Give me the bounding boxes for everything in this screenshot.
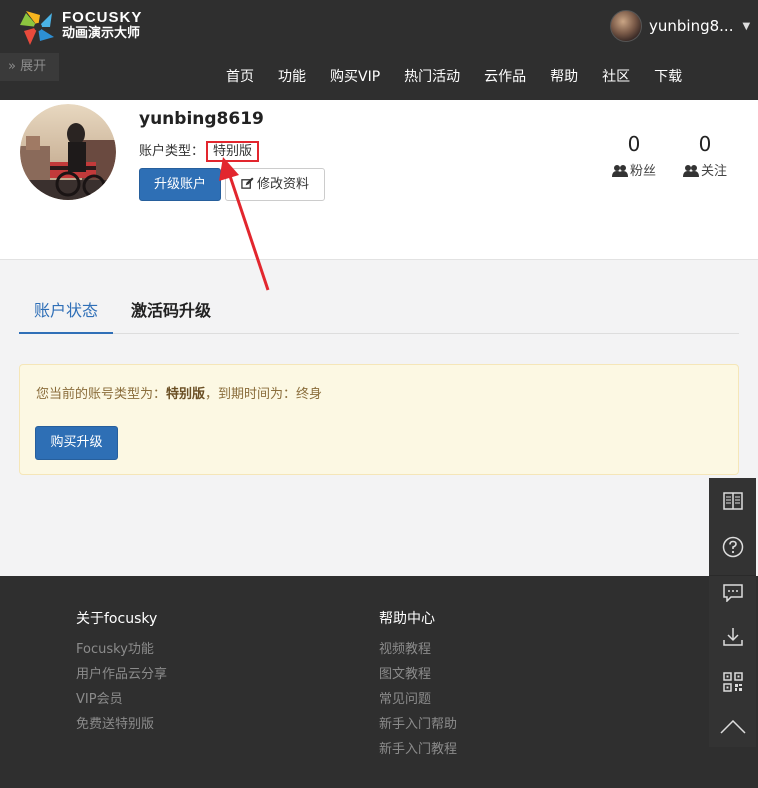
account-type: 账户类型： 特别版 [139, 140, 260, 162]
profile-avatar[interactable] [20, 104, 116, 200]
account-type-value: 特别版 [206, 141, 260, 162]
main-nav: 首页 功能 购买VIP 热门活动 云作品 帮助 社区 下载 [214, 62, 694, 92]
scroll-top-icon [719, 719, 746, 734]
status-message: 您当前的账号类型为：特别版，到期时间为：终身 [36, 383, 322, 402]
footer-link[interactable]: 新手入门教程 [379, 737, 457, 762]
profile-username: yunbing8619 [139, 109, 264, 129]
nav-events[interactable]: 热门活动 [392, 62, 472, 92]
nav-features[interactable]: 功能 [266, 62, 318, 92]
status-suffix: ，到期时间为：终身 [205, 387, 323, 402]
footer-help-title: 帮助中心 [379, 611, 435, 627]
users-icon [611, 165, 628, 177]
user-menu[interactable]: yunbing8... ▼ [610, 9, 750, 43]
footer-link[interactable]: 免费送特别版 [76, 712, 167, 737]
caret-down-icon: ▼ [742, 20, 751, 32]
book-button[interactable] [709, 478, 756, 523]
footer-link[interactable]: 用户作品云分享 [76, 662, 167, 687]
follow-label-row: 关注 [675, 160, 735, 179]
top-header: FOCUSKY 动画演示大师 yunbing8... ▼ » 展开 首页 功能 … [0, 0, 758, 100]
footer-link[interactable]: 新手入门帮助 [379, 712, 457, 737]
edit-profile-button[interactable]: 修改资料 [225, 168, 325, 201]
buy-upgrade-button[interactable]: 购买升级 [35, 426, 118, 460]
footer-link[interactable]: VIP会员 [76, 687, 167, 712]
chat-icon [722, 583, 743, 602]
nav-help[interactable]: 帮助 [538, 62, 590, 92]
nav-cloud-works[interactable]: 云作品 [472, 62, 538, 92]
nav-download[interactable]: 下载 [642, 62, 694, 92]
header-username: yunbing8... [649, 17, 734, 35]
download-button[interactable] [709, 614, 756, 659]
follow-stat[interactable]: 0 关注 [675, 132, 735, 179]
tab-activation-upgrade[interactable]: 激活码升级 [131, 291, 211, 334]
fans-stat[interactable]: 0 粉丝 [604, 132, 664, 179]
upgrade-account-button[interactable]: 升级账户 [139, 168, 221, 201]
follow-count: 0 [698, 132, 712, 156]
site-footer: 关于focusky Focusky功能 用户作品云分享 VIP会员 免费送特别版… [0, 576, 758, 788]
edit-profile-label: 修改资料 [256, 177, 309, 192]
footer-link[interactable]: 视频教程 [379, 637, 457, 662]
account-type-label: 账户类型： [139, 144, 205, 159]
book-icon [722, 491, 743, 510]
footer-help-column: 帮助中心 视频教程 图文教程 常见问题 新手入门帮助 新手入门教程 [379, 608, 457, 762]
qr-code-icon [722, 671, 743, 692]
qr-code-button[interactable] [709, 659, 756, 704]
chat-button[interactable] [709, 570, 756, 615]
follow-label: 关注 [700, 164, 727, 179]
nav-home[interactable]: 首页 [214, 62, 266, 92]
profile-card: yunbing8619 账户类型： 特别版 升级账户 修改资料 0 粉丝 0 关注 [0, 100, 758, 260]
expand-button[interactable]: » 展开 [0, 53, 59, 81]
download-icon [722, 627, 743, 646]
footer-link[interactable]: 常见问题 [379, 687, 457, 712]
footer-link[interactable]: 图文教程 [379, 662, 457, 687]
brand-name: FOCUSKY [62, 9, 143, 26]
brand-text: FOCUSKY 动画演示大师 [62, 10, 142, 42]
brand-tagline: 动画演示大师 [62, 26, 141, 41]
account-tabs: 账户状态 激活码升级 [19, 291, 739, 334]
status-prefix: 您当前的账号类型为： [36, 387, 167, 402]
fans-count: 0 [627, 132, 641, 156]
fans-label-row: 粉丝 [604, 160, 664, 179]
tab-account-status[interactable]: 账户状态 [19, 291, 113, 334]
users-icon [682, 165, 699, 177]
fans-label: 粉丝 [629, 164, 656, 179]
edit-icon [241, 177, 254, 189]
nav-buy-vip[interactable]: 购买VIP [318, 62, 392, 92]
scroll-top-button[interactable] [709, 704, 756, 749]
status-type: 特别版 [166, 387, 206, 402]
nav-community[interactable]: 社区 [590, 62, 642, 92]
footer-link[interactable]: Focusky功能 [76, 637, 167, 662]
side-toolbar [709, 478, 756, 747]
account-status-panel: 您当前的账号类型为：特别版，到期时间为：终身 购买升级 [19, 364, 739, 475]
avatar [610, 10, 642, 42]
footer-about-title: 关于focusky [76, 611, 158, 627]
help-button[interactable] [709, 524, 756, 569]
focusky-logo[interactable] [18, 7, 58, 47]
footer-about-column: 关于focusky Focusky功能 用户作品云分享 VIP会员 免费送特别版 [76, 608, 167, 737]
help-icon [722, 536, 743, 557]
